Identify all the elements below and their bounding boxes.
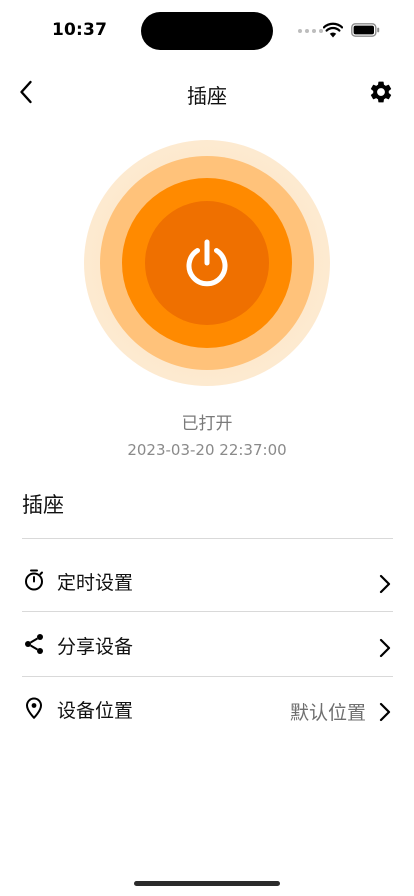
battery-icon [351,23,380,37]
settings-button[interactable] [366,77,396,107]
wifi-icon [323,22,343,38]
menu-row-timer-settings[interactable]: 定时设置 [0,550,414,612]
power-icon [186,239,228,287]
divider [22,676,393,677]
power-state-text: 已打开 [181,414,233,434]
menu-row-value: 默认位置 [289,702,366,724]
menu-row-label: 设备位置 [57,700,134,722]
device-detail-screen: 10:37 插座 已打开 2023-03-20 22:37:00 插座 定时设置… [0,0,414,896]
status-bar: 10:37 [0,0,414,64]
navigation-bar: 插座 [0,70,414,114]
power-control [84,140,330,386]
chevron-right-icon [379,574,391,594]
device-name: 插座 [22,493,64,517]
divider [22,611,393,612]
dynamic-island [141,12,273,50]
chevron-right-icon [379,638,391,658]
location-pin-icon [22,696,46,720]
page-title: 插座 [187,84,227,108]
home-indicator[interactable] [134,881,280,886]
timer-icon [22,568,46,592]
menu-row-label: 分享设备 [57,636,134,658]
cellular-signal-icon [298,29,323,33]
power-timestamp: 2023-03-20 22:37:00 [127,441,287,459]
menu-row-device-location[interactable]: 设备位置 默认位置 [0,678,414,740]
menu-row-label: 定时设置 [57,572,134,594]
divider [22,538,393,539]
gear-icon [370,81,392,103]
menu-row-share-device[interactable]: 分享设备 [0,614,414,676]
status-time: 10:37 [52,20,108,40]
power-toggle-button[interactable] [145,201,269,325]
chevron-right-icon [379,702,391,722]
share-icon [22,632,46,656]
